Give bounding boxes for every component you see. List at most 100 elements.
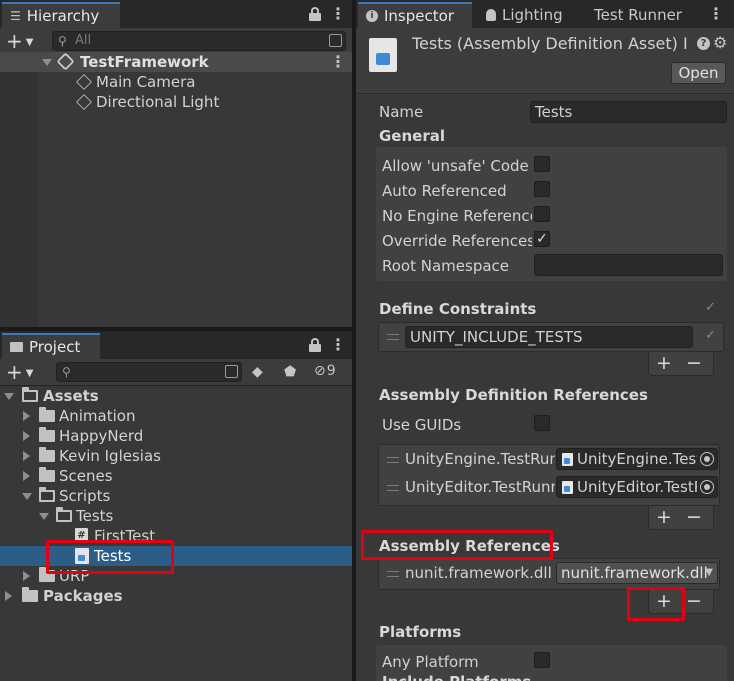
constraint-valid-icon: ✓	[705, 328, 716, 343]
collapse-arrow-icon[interactable]	[23, 431, 30, 441]
tree-item-animation[interactable]: Animation	[0, 406, 352, 426]
lock-icon[interactable]	[309, 7, 321, 21]
auto-referenced-label: Auto Referenced	[382, 182, 507, 200]
define-constraints-valid-icon: ✓	[705, 300, 716, 315]
root-namespace-field[interactable]	[534, 254, 723, 276]
add-constraint-button[interactable]: +	[651, 353, 677, 373]
remove-constraint-button[interactable]: −	[681, 353, 707, 373]
gameobject-icon	[76, 94, 92, 110]
tab-test-runner[interactable]: Test Runner	[586, 2, 696, 28]
auto-referenced-checkbox[interactable]	[534, 181, 550, 197]
inspector-menu-icon[interactable]: ⋮	[708, 5, 724, 23]
tree-item-kevin-iglesias[interactable]: Kevin Iglesias	[0, 446, 352, 466]
tree-item-scenes[interactable]: Scenes	[0, 466, 352, 486]
name-field[interactable]: Tests	[530, 101, 727, 123]
any-platform-label: Any Platform	[382, 653, 479, 671]
object-picker-icon[interactable]	[697, 477, 717, 497]
search-icon: ⚲	[62, 365, 71, 379]
any-platform-checkbox[interactable]	[534, 652, 550, 668]
folder-open-icon	[22, 387, 38, 402]
tree-item-happynerd[interactable]: HappyNerd	[0, 426, 352, 446]
hierarchy-item-main-camera[interactable]: Main Camera	[0, 72, 352, 92]
override-references-checkbox[interactable]: ✓	[534, 231, 550, 247]
asmdef-references-label: Assembly Definition References	[379, 386, 648, 404]
collapse-arrow-icon[interactable]	[23, 451, 30, 461]
unity-scene-icon	[56, 52, 75, 71]
tab-project[interactable]: Project	[2, 333, 100, 359]
drag-handle-icon[interactable]	[387, 457, 399, 463]
search-by-type-icon[interactable]: ◆	[252, 364, 268, 380]
search-icon: ⚲	[58, 34, 67, 48]
assembly-ref-dropdown[interactable]: nunit.framework.dll ▼	[556, 562, 718, 584]
hierarchy-toolbar: + ▼ ⚲ All	[0, 28, 352, 54]
highlight-add-button	[627, 587, 685, 621]
expand-arrow-icon[interactable]	[4, 393, 14, 400]
project-panel: Project ⋮ + ▼ ⚲ ◆ ⬟ ⊘9 Assets Animation H…	[0, 331, 352, 681]
no-engine-references-checkbox[interactable]	[534, 206, 550, 222]
folder-icon	[39, 407, 55, 422]
gameobject-icon	[76, 74, 92, 90]
search-by-label-icon[interactable]: ⬟	[284, 364, 300, 380]
hierarchy-menu-icon[interactable]: ⋮	[330, 5, 346, 23]
project-menu-icon[interactable]: ⋮	[330, 336, 346, 354]
asmdef-ref-name-0: UnityEngine.TestRunner	[405, 450, 555, 468]
project-search-input[interactable]: ⚲	[56, 362, 242, 382]
create-button[interactable]: + ▼	[6, 362, 33, 384]
open-button[interactable]: Open	[671, 62, 726, 84]
collapse-arrow-icon[interactable]	[5, 591, 12, 601]
collapse-arrow-icon[interactable]	[23, 571, 30, 581]
drag-handle-icon[interactable]	[387, 571, 399, 577]
hidden-packages-count: 9	[326, 363, 336, 379]
expand-arrow-icon[interactable]	[42, 59, 52, 66]
scene-name: TestFramework	[80, 53, 209, 71]
drag-handle-icon[interactable]	[387, 334, 399, 340]
hierarchy-tree: TestFramework ⋮ Main Camera Directional …	[0, 52, 352, 327]
asmdef-ref-object-0[interactable]: UnityEngine.TestRunner	[556, 448, 718, 470]
hidden-packages-icon[interactable]: ⊘9	[314, 363, 336, 379]
help-icon[interactable]: ?	[697, 37, 710, 50]
drag-handle-icon[interactable]	[387, 485, 399, 491]
scene-menu-icon[interactable]: ⋮	[330, 53, 346, 71]
tree-item-packages[interactable]: Packages	[0, 586, 352, 606]
define-constraints-footer: + −	[648, 352, 714, 376]
use-guids-label: Use GUIDs	[382, 416, 462, 434]
expand-arrow-icon[interactable]	[22, 493, 32, 500]
tree-item-scripts[interactable]: Scripts	[0, 486, 352, 506]
collapse-arrow-icon[interactable]	[23, 471, 30, 481]
add-asmdef-reference-button[interactable]: +	[651, 507, 677, 527]
chevron-down-icon: ▼	[25, 367, 34, 379]
use-guids-checkbox[interactable]	[534, 415, 550, 431]
define-constraint-field[interactable]: UNITY_INCLUDE_TESTS	[405, 326, 693, 348]
folder-open-icon	[39, 487, 55, 502]
hierarchy-item-directional-light[interactable]: Directional Light	[0, 92, 352, 112]
remove-asmdef-reference-button[interactable]: −	[681, 507, 707, 527]
tree-item-tests-folder[interactable]: Tests	[0, 506, 352, 526]
override-references-label: Override References	[382, 232, 532, 250]
create-button[interactable]: + ▼	[6, 31, 33, 53]
object-picker-icon[interactable]	[697, 449, 717, 469]
tab-hierarchy[interactable]: ☰ Hierarchy	[2, 2, 120, 28]
tab-lighting[interactable]: Lighting	[478, 2, 588, 28]
tab-inspector[interactable]: i Inspector	[358, 2, 472, 28]
scene-row[interactable]: TestFramework ⋮	[0, 52, 352, 72]
lock-icon[interactable]	[309, 338, 321, 352]
lightbulb-icon	[486, 9, 496, 21]
folder-icon	[10, 342, 23, 352]
collapse-arrow-icon[interactable]	[23, 411, 30, 421]
folder-icon	[39, 447, 55, 462]
project-tabbar: Project ⋮	[0, 331, 352, 359]
info-icon: i	[366, 10, 378, 22]
asmdef-references-footer: + −	[648, 506, 714, 530]
assembly-references-list: nunit.framework.dll nunit.framework.dll …	[378, 558, 720, 590]
hierarchy-search-input[interactable]: ⚲ All	[52, 31, 346, 51]
general-label: General	[379, 127, 445, 145]
asmdef-ref-object-1[interactable]: UnityEditor.TestRunner	[556, 476, 718, 498]
allow-unsafe-code-label: Allow 'unsafe' Code	[382, 157, 529, 175]
search-options-icon[interactable]	[225, 365, 238, 378]
settings-icon[interactable]: ⚙	[713, 33, 727, 52]
highlight-tests-asset	[46, 540, 174, 574]
search-options-icon[interactable]	[329, 34, 342, 47]
allow-unsafe-code-checkbox[interactable]	[534, 156, 550, 172]
expand-arrow-icon[interactable]	[39, 513, 49, 520]
tree-item-assets[interactable]: Assets	[0, 386, 352, 406]
